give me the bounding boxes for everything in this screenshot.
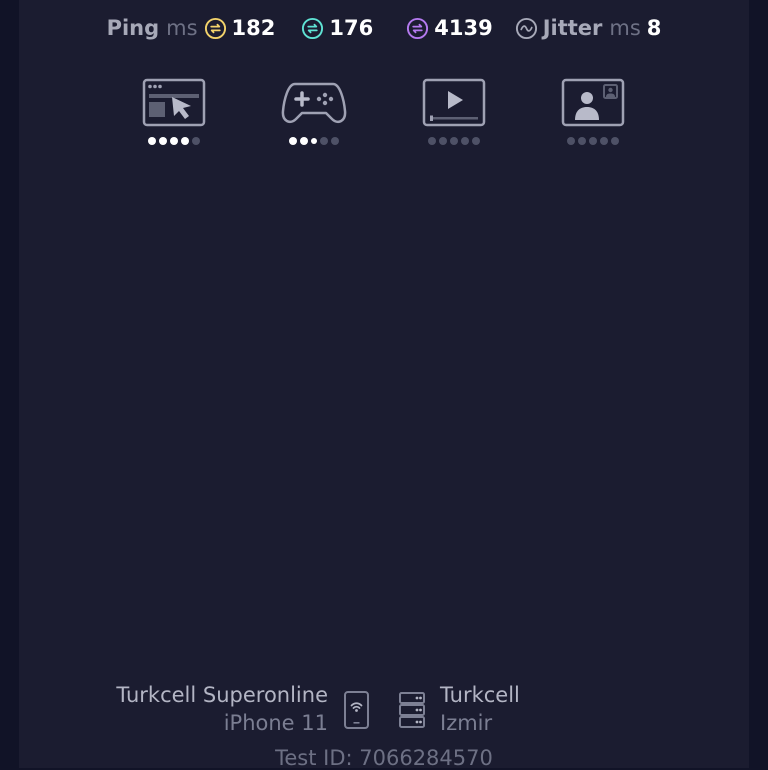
connection-quality-row xyxy=(0,78,768,158)
ping-upload-group[interactable]: 4139 xyxy=(406,16,493,40)
rating-dot xyxy=(578,137,586,145)
jitter-unit: ms xyxy=(609,16,641,40)
server-icon xyxy=(399,692,425,728)
client-info[interactable]: Turkcell Superonline iPhone 11 xyxy=(80,681,328,737)
video-streaming-rating xyxy=(421,137,487,147)
server-location: Izmir xyxy=(440,711,493,735)
rating-dot xyxy=(472,137,480,145)
rating-dot xyxy=(170,137,178,145)
ping-idle-value: 182 xyxy=(231,16,276,40)
provider-name: Turkcell Superonline xyxy=(116,683,328,707)
latency-metrics-bar: Ping ms 182 176 4139 Jitter ms 8 xyxy=(0,12,768,44)
rating-dot xyxy=(461,137,469,145)
quality-video-streaming[interactable] xyxy=(421,78,487,150)
rating-dot xyxy=(611,137,619,145)
rating-dot xyxy=(159,137,167,145)
rating-dot xyxy=(589,137,597,145)
server-info[interactable]: Turkcell Izmir xyxy=(440,681,680,737)
rating-dot xyxy=(331,137,339,145)
download-latency-icon xyxy=(302,17,324,39)
gaming-rating xyxy=(281,137,347,147)
rating-dot xyxy=(300,137,308,145)
gaming-icon xyxy=(281,82,347,123)
rating-dot xyxy=(567,137,575,145)
rating-dot xyxy=(428,137,436,145)
web-browsing-icon xyxy=(142,78,206,127)
jitter-label: Jitter xyxy=(542,16,603,40)
jitter-group[interactable]: Jitter ms 8 xyxy=(515,16,662,40)
idle-latency-icon xyxy=(204,17,226,39)
ping-unit: ms xyxy=(166,16,198,40)
test-id[interactable]: Test ID: 7066284570 xyxy=(0,746,768,770)
rating-dot xyxy=(192,137,200,145)
video-call-icon xyxy=(561,78,625,127)
jitter-value: 8 xyxy=(646,16,662,40)
ping-label: Ping xyxy=(106,16,160,40)
rating-dot xyxy=(600,137,608,145)
rating-dot xyxy=(450,137,458,145)
rating-dot xyxy=(320,137,328,145)
ping-download-group[interactable]: 176 xyxy=(301,16,373,40)
phone-wifi-icon xyxy=(344,691,369,729)
device-name: iPhone 11 xyxy=(223,711,328,735)
ping-upload-value: 4139 xyxy=(434,16,493,40)
jitter-icon xyxy=(515,17,537,39)
quality-web-browsing[interactable] xyxy=(141,78,207,150)
web-browsing-rating xyxy=(141,137,207,147)
server-name: Turkcell xyxy=(440,683,520,707)
quality-video-call[interactable] xyxy=(560,78,626,150)
upload-latency-icon xyxy=(407,17,429,39)
ping-download-value: 176 xyxy=(329,16,374,40)
rating-dot xyxy=(311,138,317,144)
quality-gaming[interactable] xyxy=(281,78,347,150)
rating-dot xyxy=(148,137,156,145)
ping-idle-group[interactable]: 182 xyxy=(204,16,276,40)
rating-dot xyxy=(289,137,297,145)
rating-dot xyxy=(439,137,447,145)
video-streaming-icon xyxy=(422,78,486,127)
video-call-rating xyxy=(560,137,626,147)
rating-dot xyxy=(181,137,189,145)
